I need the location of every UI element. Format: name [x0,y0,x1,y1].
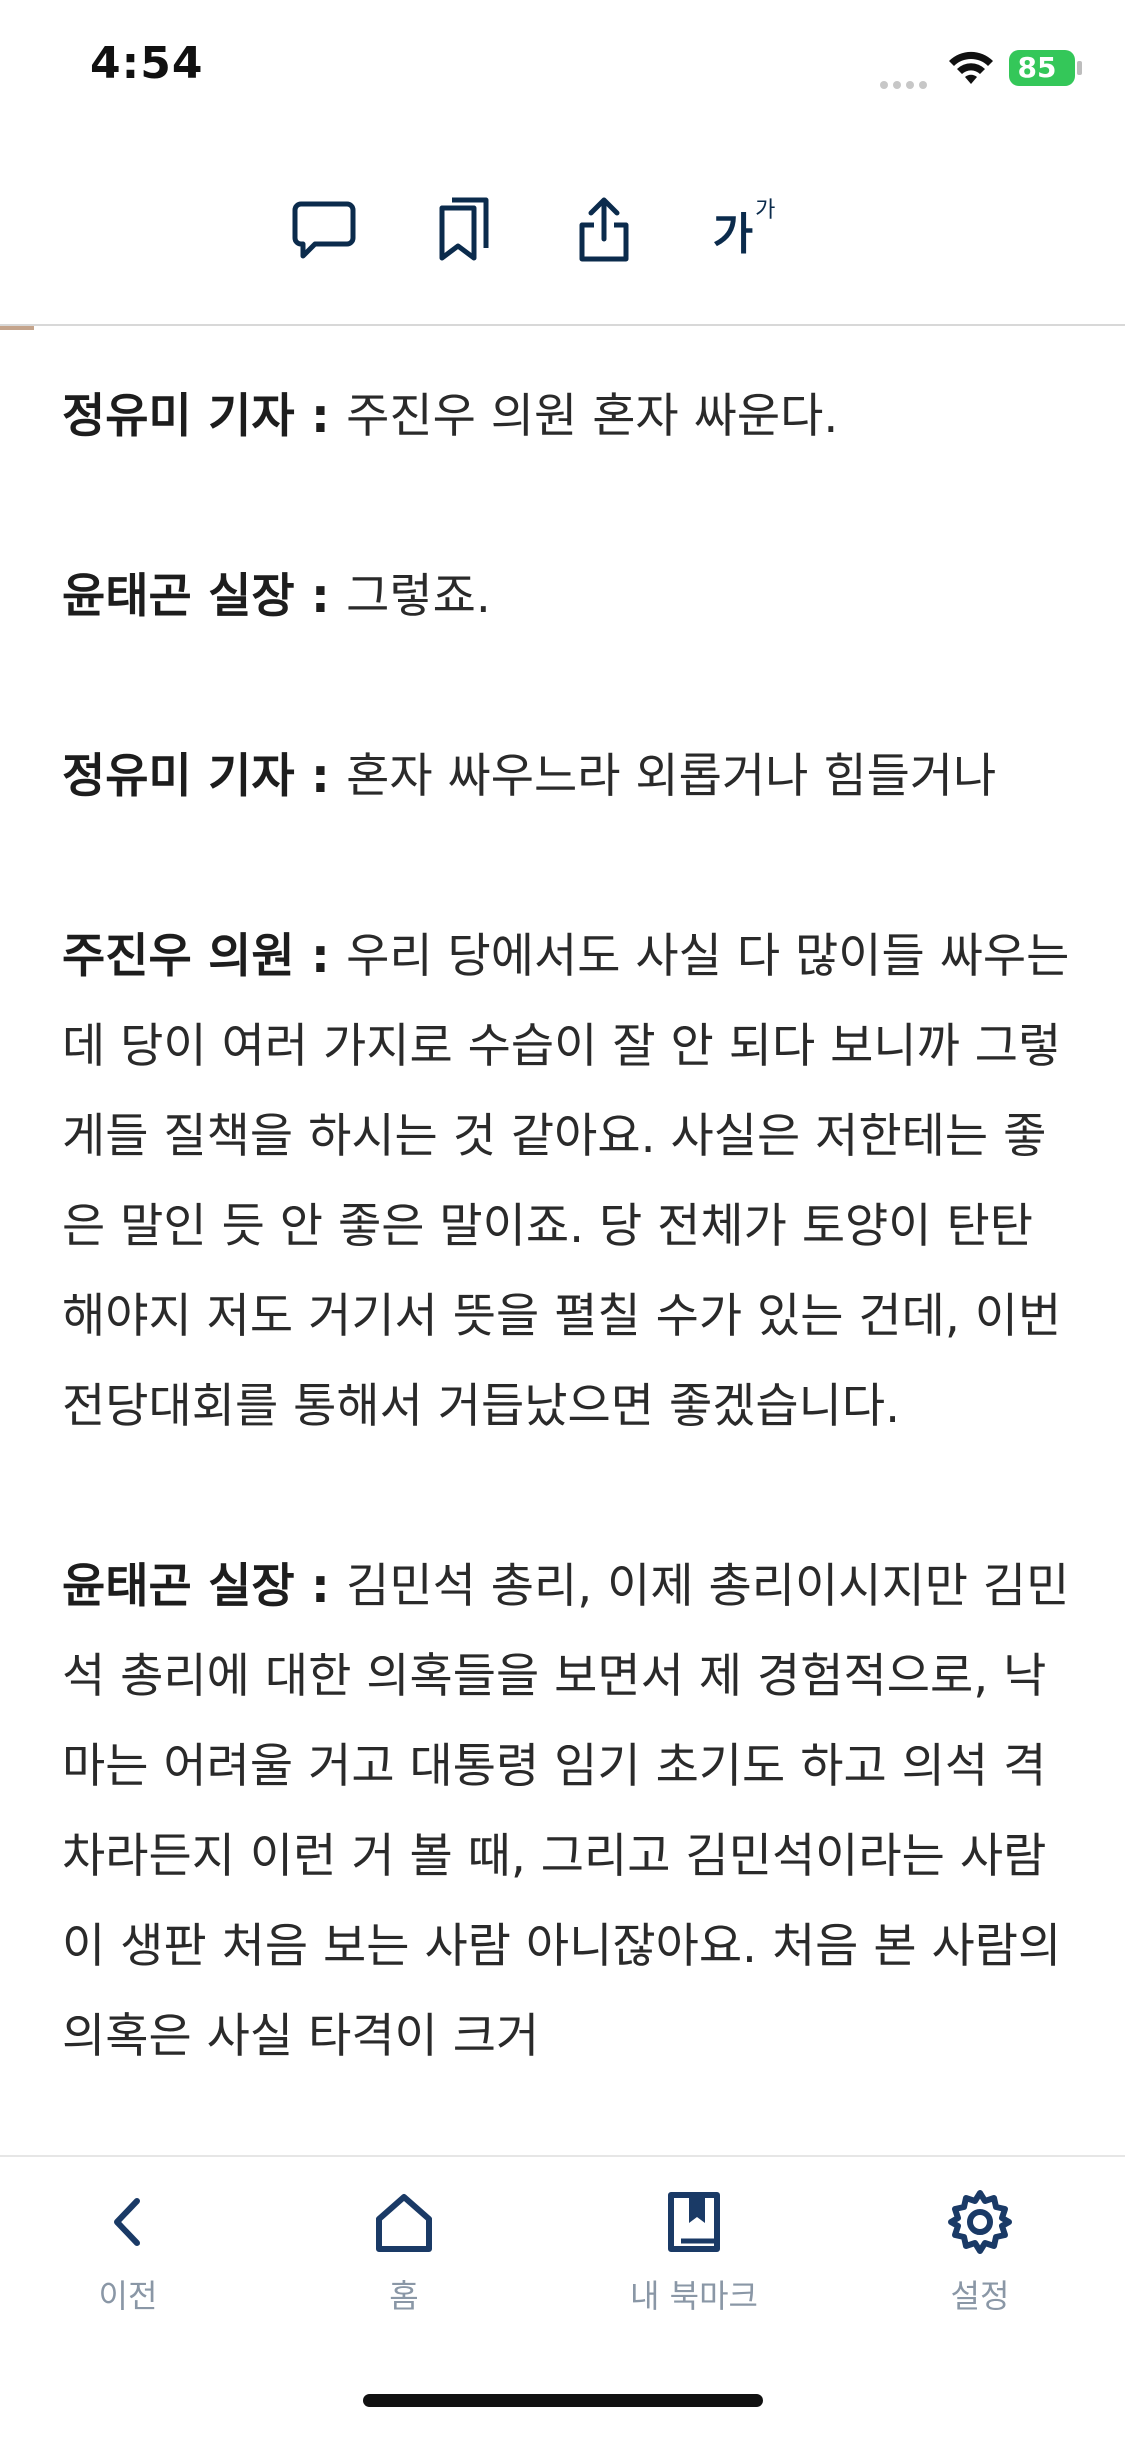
tab-label-previous: 이전 [98,2277,158,2315]
speaker-separator: : [294,389,347,444]
speaker-name: 주진우 의원 [62,929,295,984]
tab-settings[interactable]: 설정 [890,2187,1070,2327]
battery-icon: 85 [1009,50,1075,86]
speech-text: 그렇죠. [346,569,491,624]
speech-text: 우리 당에서도 사실 다 많이들 싸우는데 당이 여러 가지로 수습이 잘 안 … [62,929,1070,1434]
article-toolbar: 가가 [0,180,1125,280]
speaker-name: 정유미 기자 [62,749,295,804]
gear-icon [948,2190,1012,2254]
comment-button[interactable] [274,180,374,280]
article-body: 정유미 기자 : 주진우 의원 혼자 싸운다. 윤태곤 실장 : 그렇죠. 정유미 … [62,372,1072,2152]
speaker-separator: : [294,1559,347,1614]
tab-previous[interactable]: 이전 [38,2187,218,2327]
transcript-paragraph: 정유미 기자 : 주진우 의원 혼자 싸운다. [62,372,1072,462]
transcript-paragraph: 윤태곤 실장 : 김민석 총리, 이제 총리이시지만 김민석 총리에 대한 의혹… [62,1542,1072,2082]
share-button[interactable] [554,180,654,280]
speaker-name: 윤태곤 실장 [62,1559,295,1614]
status-bar: 4:54 85 [0,0,1125,140]
font-size-superscript: 가 [755,198,776,223]
bookmark-icon [439,197,489,261]
tab-label-my-bookmarks: 내 북마크 [630,2277,758,2315]
speaker-separator: : [294,929,347,984]
transcript-paragraph: 정유미 기자 : 혼자 싸우느라 외롭거나 힘들거나 [62,732,1072,822]
home-indicator[interactable] [363,2394,763,2407]
speaker-name: 정유미 기자 [62,389,295,444]
speaker-separator: : [294,749,347,804]
speech-text: 주진우 의원 혼자 싸운다. [346,389,839,444]
share-icon [579,197,629,262]
tab-my-bookmarks[interactable]: 내 북마크 [604,2187,784,2327]
home-icon [376,2194,432,2252]
battery-level: 85 [1017,51,1057,84]
transcript-paragraph: 주진우 의원 : 우리 당에서도 사실 다 많이들 싸우는데 당이 여러 가지로… [62,912,1072,1452]
tab-label-home: 홈 [389,2277,419,2315]
toolbar-divider [0,324,1125,326]
speaker-separator: : [294,569,347,624]
speaker-name: 윤태곤 실장 [62,569,295,624]
speech-text: 김민석 총리, 이제 총리이시지만 김민석 총리에 대한 의혹들을 보면서 제 … [62,1559,1070,2064]
tab-home[interactable]: 홈 [314,2187,494,2327]
wifi-icon [949,51,993,84]
transcript-paragraph: 윤태곤 실장 : 그렇죠. [62,552,1072,642]
font-size-icon: 가 [712,209,754,260]
speech-text: 혼자 싸우느라 외롭거나 힘들거나 [346,749,997,804]
font-size-button[interactable]: 가가 [694,180,794,280]
reading-progress-bar [0,326,34,330]
cellular-signal-icon [880,74,932,93]
battery-cap [1077,61,1082,75]
tab-label-settings: 설정 [950,2277,1010,2315]
chevron-left-icon [114,2198,140,2246]
comment-icon [292,201,356,259]
bookmark-button[interactable] [414,180,514,280]
status-time: 4:54 [90,38,204,89]
book-bookmark-icon [668,2192,720,2252]
